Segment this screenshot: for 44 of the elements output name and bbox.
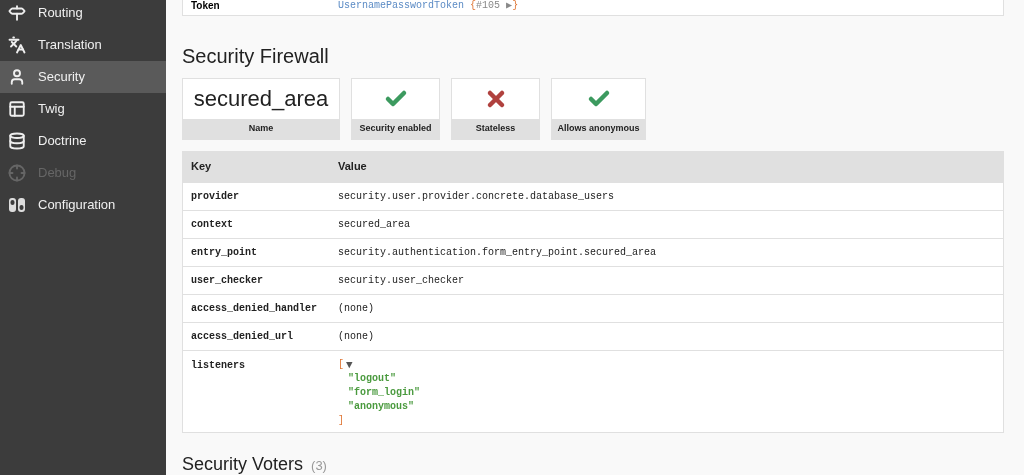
table-cell-text: security.user_checker [338, 273, 465, 288]
sidebar-item[interactable]: Translation [0, 29, 166, 61]
key-label: Token [190, 0, 221, 12]
sidebar-item[interactable]: Twig [0, 93, 166, 125]
table-cell-text: security.authentication.form_entry_point.secured_area [338, 245, 657, 260]
column-header: Value [338, 159, 367, 175]
table-cell-text: (none) [338, 329, 374, 344]
column-header: Key [190, 159, 213, 175]
table-cell-text: secured_area [338, 217, 410, 232]
table-cell-text: access_denied_url [190, 329, 295, 344]
user-icon [8, 68, 26, 86]
card-label: Security enabled [352, 118, 439, 139]
list-value: "anonymous" [347, 399, 415, 414]
section-heading: Security Firewall [182, 43, 330, 68]
layout-icon [8, 100, 26, 118]
token-value: UsernamePasswordToken {#105 ▶} [338, 0, 519, 12]
firewall-name: secured_area [193, 85, 329, 113]
sidebar-item[interactable]: Security [0, 61, 166, 93]
card-label: Allows anonymous [552, 118, 645, 139]
sidebar-item[interactable]: Doctrine [0, 125, 166, 157]
bracket: ] [338, 413, 345, 428]
table-cell-text: access_denied_handler [190, 301, 319, 316]
section-heading: Security Voters [182, 454, 304, 473]
database-icon [8, 132, 26, 150]
card-label: Name [183, 118, 339, 139]
signpost-icon [8, 4, 26, 22]
translation-icon [8, 36, 26, 54]
table-cell-text: provider [190, 189, 240, 204]
table-cell-text: security.user.provider.concrete.database_users [338, 189, 615, 204]
list-value: "form_login" [347, 385, 420, 400]
table-cell-text: (none) [338, 301, 374, 316]
table-cell-text: listeners [190, 358, 246, 373]
table-cell-text: context [190, 217, 234, 232]
table-cell-text: entry_point [190, 245, 258, 260]
table-cell-text: user_checker [190, 273, 264, 288]
bracket: [ [338, 357, 344, 372]
toggle-icon [8, 196, 26, 214]
sidebar-item[interactable]: Configuration [0, 189, 166, 221]
collapse-toggle[interactable]: ▼ [346, 357, 353, 372]
card-label: Stateless [452, 118, 539, 139]
count-label: (3) [311, 456, 327, 475]
list-value: "logout" [347, 371, 397, 386]
sidebar-item[interactable]: Routing [0, 0, 166, 29]
crosshair-icon [8, 164, 26, 182]
